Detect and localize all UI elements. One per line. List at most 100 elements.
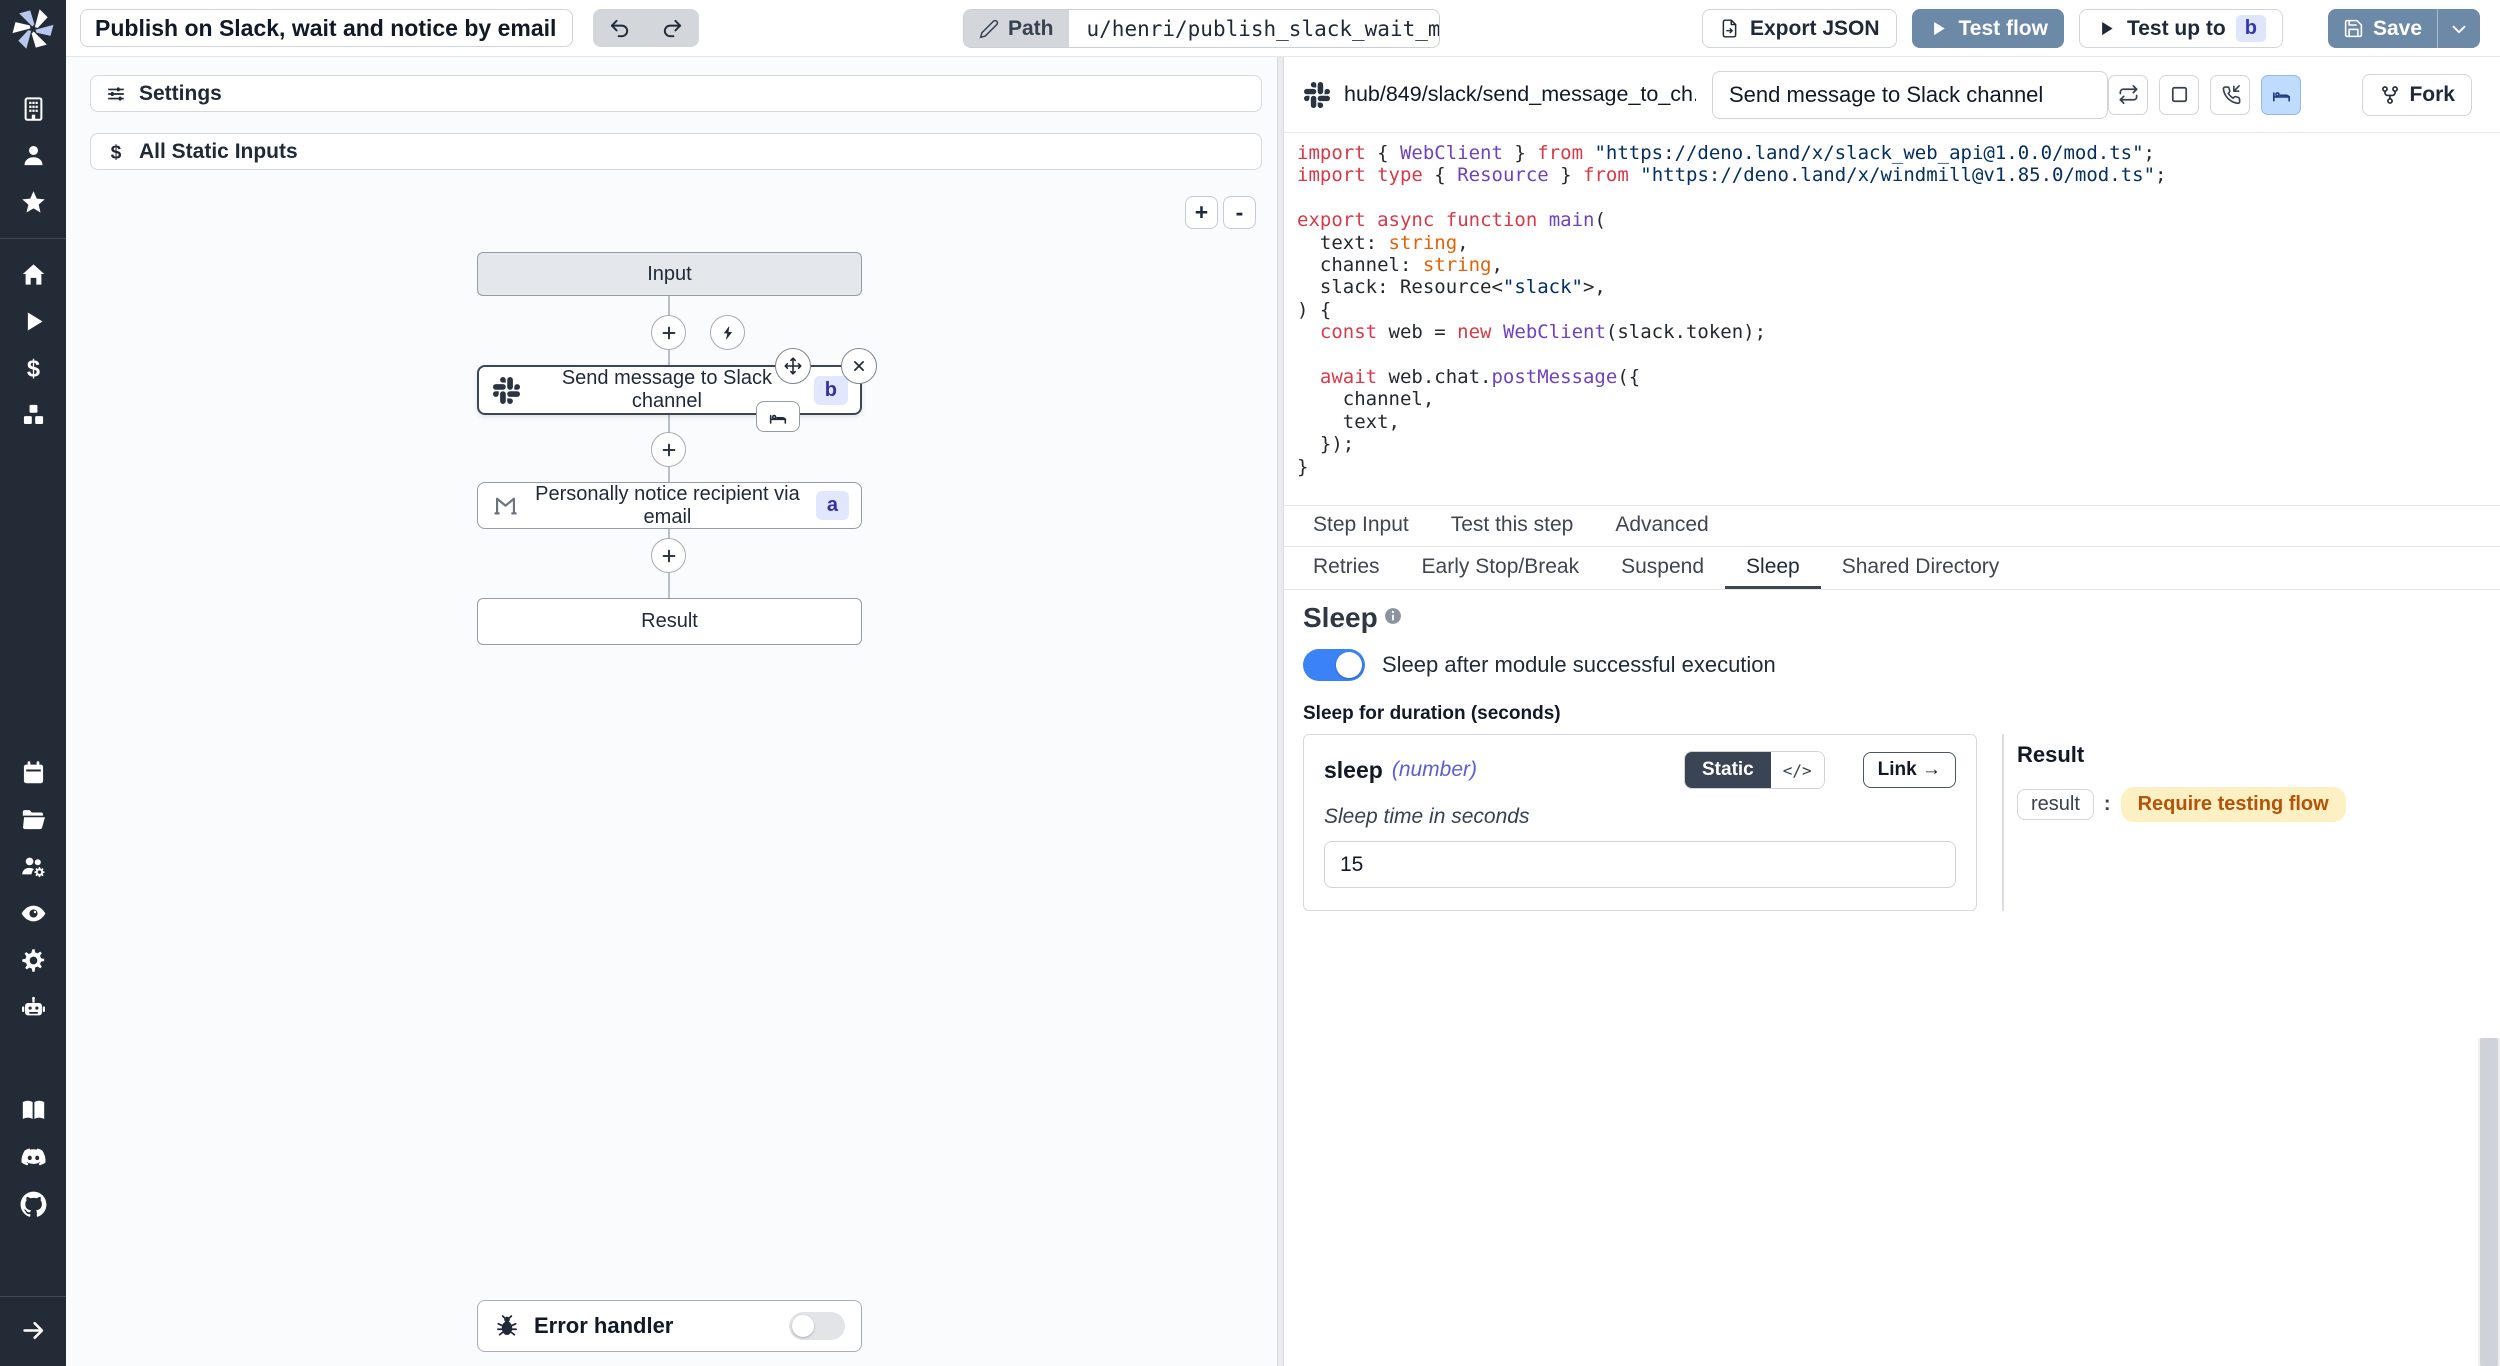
gmail-icon <box>492 492 519 519</box>
sidebar-item-star[interactable] <box>0 179 66 226</box>
move-step-button[interactable] <box>775 348 811 384</box>
sidebar-item-eye[interactable] <box>0 890 66 937</box>
flow-graph-panel: Settings $ All Static Inputs + - Input S… <box>66 57 1277 1366</box>
link-button[interactable]: Link → <box>1863 752 1956 788</box>
hub-script-path[interactable]: hub/849/slack/send_message_to_ch... <box>1344 82 1696 107</box>
panel-resize-handle[interactable] <box>1277 57 1284 1366</box>
sidebar-item-discord[interactable] <box>0 1134 66 1181</box>
sidebar-item-book[interactable] <box>0 1087 66 1134</box>
path-value[interactable]: u/henri/publish_slack_wait_mail <box>1069 10 1439 47</box>
all-static-inputs-button[interactable]: $ All Static Inputs <box>90 133 1262 170</box>
file-export-icon <box>1719 18 1740 39</box>
code-editor[interactable]: import { WebClient } from "https://deno.… <box>1284 133 2500 505</box>
tab-suspend[interactable]: Suspend <box>1600 547 1725 589</box>
bed-icon <box>2270 83 2293 106</box>
zoom-in-button[interactable]: + <box>1185 196 1218 229</box>
redo-icon <box>661 17 684 40</box>
sidebar-item-gear[interactable] <box>0 937 66 984</box>
sidebar-item-users-cog[interactable] <box>0 843 66 890</box>
trigger-button[interactable] <box>710 315 745 350</box>
close-icon <box>848 355 870 377</box>
bug-icon <box>494 1313 520 1339</box>
gear-icon <box>20 947 47 974</box>
step-name-input[interactable] <box>1712 71 2108 119</box>
flow-node-input[interactable]: Input <box>477 252 862 296</box>
email-step-badge: a <box>816 491 849 520</box>
error-handler-node[interactable]: Error handler <box>477 1300 862 1352</box>
flow-node-result[interactable]: Result <box>477 598 862 645</box>
sidebar-item-robot[interactable] <box>0 984 66 1031</box>
sidebar-item-building[interactable] <box>0 85 66 132</box>
tab-sleep[interactable]: Sleep <box>1725 547 1821 589</box>
svg-text:$: $ <box>111 142 122 163</box>
early-stop-icon-button[interactable] <box>2159 75 2199 115</box>
code-mode-button[interactable]: </> <box>1771 752 1824 788</box>
undo-button[interactable] <box>593 9 646 47</box>
book-icon <box>20 1097 47 1124</box>
flow-title-input[interactable] <box>80 9 573 47</box>
sidebar-item-dollar[interactable]: $ <box>0 345 66 392</box>
tab-shared-directory[interactable]: Shared Directory <box>1821 547 2021 589</box>
boxes-icon <box>20 402 47 429</box>
retries-icon-button[interactable] <box>2108 75 2148 115</box>
fork-button[interactable]: Fork <box>2362 74 2472 116</box>
fork-label: Fork <box>2409 83 2455 107</box>
add-step-button[interactable] <box>651 432 686 467</box>
slack-icon <box>1304 82 1330 108</box>
save-dropdown-button[interactable] <box>2437 9 2480 48</box>
slack-icon <box>493 377 520 404</box>
sidebar-collapse[interactable] <box>0 1296 66 1366</box>
sleep-indicator-badge[interactable] <box>756 401 800 432</box>
tab-step-input[interactable]: Step Input <box>1292 506 1430 546</box>
step-badge: b <box>2236 15 2266 42</box>
users-cog-icon <box>20 853 47 880</box>
redo-button[interactable] <box>646 9 699 47</box>
sidebar-item-calendar[interactable] <box>0 749 66 796</box>
sidebar-item-boxes[interactable] <box>0 392 66 439</box>
tab-advanced[interactable]: Advanced <box>1594 506 1729 546</box>
sleep-icon-button[interactable] <box>2261 75 2301 115</box>
result-heading: Result <box>2017 742 2460 768</box>
tab-retries[interactable]: Retries <box>1292 547 1401 589</box>
sidebar-group-secondary <box>0 749 66 1031</box>
flow-node-email-step[interactable]: Personally notice recipient via email a <box>477 482 862 529</box>
chevron-down-icon <box>2448 18 2470 40</box>
tab-test-this-step[interactable]: Test this step <box>1430 506 1595 546</box>
all-static-inputs-label: All Static Inputs <box>139 140 298 164</box>
result-value-badge: Require testing flow <box>2121 787 2346 822</box>
error-handler-toggle[interactable] <box>789 1312 845 1340</box>
flow-settings-button[interactable]: Settings <box>90 75 1262 112</box>
tab-early-stop-break[interactable]: Early Stop/Break <box>1401 547 1601 589</box>
scrollbar[interactable] <box>2478 1038 2500 1366</box>
windmill-logo-icon[interactable] <box>11 7 55 51</box>
zoom-out-button[interactable]: - <box>1223 196 1256 229</box>
sidebar-item-github[interactable] <box>0 1181 66 1228</box>
sleep-toggle[interactable] <box>1303 649 1365 681</box>
add-step-button[interactable] <box>651 538 686 573</box>
add-step-button[interactable] <box>651 315 686 350</box>
sleep-field-type: (number) <box>1392 758 1477 782</box>
plus-icon <box>659 440 679 460</box>
static-mode-button[interactable]: Static <box>1685 752 1771 788</box>
test-flow-button[interactable]: Test flow <box>1912 9 2064 48</box>
delete-step-button[interactable] <box>841 348 877 384</box>
sleep-value-input[interactable] <box>1324 841 1956 888</box>
info-icon[interactable] <box>1383 606 1403 626</box>
toggle-knob <box>792 1315 814 1337</box>
path-group[interactable]: Path u/henri/publish_slack_wait_mail <box>963 9 1440 48</box>
phone-incoming-icon <box>2219 83 2242 106</box>
sidebar-item-home[interactable] <box>0 251 66 298</box>
sidebar-item-play[interactable] <box>0 298 66 345</box>
test-up-to-button[interactable]: Test up to b <box>2079 9 2283 48</box>
sidebar-item-user[interactable] <box>0 132 66 179</box>
export-json-button[interactable]: Export JSON <box>1702 9 1897 48</box>
save-button[interactable]: Save <box>2328 9 2437 48</box>
sidebar-group-footer <box>0 1087 66 1228</box>
suspend-icon-button[interactable] <box>2210 75 2250 115</box>
bed-icon <box>767 406 789 428</box>
play-icon <box>1928 18 1949 39</box>
result-key-chip[interactable]: result <box>2017 789 2094 820</box>
scrollbar-thumb[interactable] <box>2480 1038 2498 1366</box>
path-button[interactable]: Path <box>964 10 1069 47</box>
sidebar-item-folder[interactable] <box>0 796 66 843</box>
